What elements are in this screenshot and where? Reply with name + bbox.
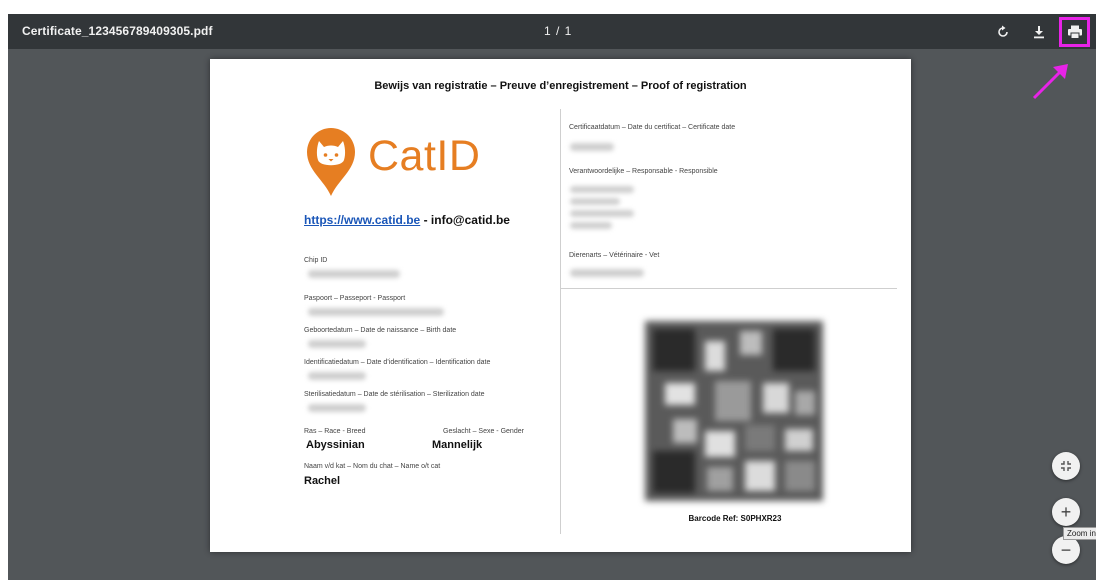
zoom-in-icon: + <box>1060 502 1072 522</box>
fit-to-page-button[interactable] <box>1052 452 1080 480</box>
rotate-button[interactable] <box>990 19 1016 45</box>
rotate-icon <box>998 25 1008 37</box>
sterilization-date-label: Sterilisatiedatum – Date de stérilisatio… <box>304 391 485 398</box>
cat-name-label: Naam v/d kat – Nom du chat – Name o/t ca… <box>304 463 441 470</box>
birth-date-label: Geboortedatum – Date de naissance – Birt… <box>304 327 457 334</box>
responsible-redacted-line-4 <box>570 222 612 229</box>
chip-id-redacted <box>308 270 400 278</box>
zoom-out-button[interactable]: − <box>1052 536 1080 564</box>
document-title: Bewijs van registratie – Preuve d’enregi… <box>374 80 747 92</box>
zoom-in-button[interactable]: + <box>1052 498 1080 526</box>
vet-label: Dierenarts – Vétérinaire - Vet <box>569 252 660 259</box>
passport-label: Paspoort – Passeport - Passport <box>304 295 406 302</box>
website-link[interactable]: https://www.catid.be <box>304 213 420 227</box>
pdf-viewer: Certificate_123456789409305.pdf 1 / 1 Be <box>8 14 1096 580</box>
gender-label: Geslacht – Sexe - Gender <box>443 428 524 435</box>
zoom-out-icon: − <box>1060 540 1072 560</box>
certificate-date-redacted <box>570 143 614 151</box>
qr-code-redacted <box>645 321 823 501</box>
print-button-highlight <box>1059 17 1090 47</box>
brand-name: CatID <box>368 132 481 180</box>
responsible-redacted-line-2 <box>570 198 620 205</box>
contact-separator: - <box>420 213 431 227</box>
breed-label: Ras – Race - Breed <box>304 428 366 435</box>
responsible-redacted-line-3 <box>570 210 634 217</box>
identification-date-label: Identificatiedatum – Date d’identificati… <box>304 359 491 366</box>
cat-name-value: Rachel <box>304 475 341 487</box>
responsible-label: Verantwoordelijke – Responsable - Respon… <box>569 168 718 175</box>
download-icon <box>1034 26 1044 39</box>
passport-redacted <box>308 308 444 316</box>
gender-value: Mannelijk <box>432 439 483 451</box>
download-button[interactable] <box>1026 19 1052 45</box>
pdf-page: Bewijs van registratie – Preuve d’enregi… <box>210 59 911 552</box>
file-name: Certificate_123456789409305.pdf <box>22 24 213 38</box>
certificate-date-label: Certificaatdatum – Date du certificat – … <box>569 124 736 131</box>
zoom-in-tooltip: Zoom in <box>1063 527 1096 540</box>
catid-logo: CatID <box>304 126 494 196</box>
viewer-toolbar: Certificate_123456789409305.pdf 1 / 1 <box>8 14 1096 49</box>
responsible-redacted-line-1 <box>570 186 634 193</box>
email-text: info@catid.be <box>430 213 510 227</box>
cat-pin-icon <box>307 128 355 196</box>
identification-date-redacted <box>308 372 366 380</box>
section-divider <box>561 288 897 289</box>
birth-date-redacted <box>308 340 366 348</box>
fit-to-page-icon <box>1061 461 1071 471</box>
contact-line: https://www.catid.be - info@catid.be <box>304 213 510 227</box>
chip-id-label: Chip ID <box>304 257 328 264</box>
page-indicator: 1 / 1 <box>544 24 573 38</box>
breed-value: Abyssinian <box>306 439 365 451</box>
barcode-ref: Barcode Ref: S0PHXR23 <box>688 514 782 523</box>
sterilization-date-redacted <box>308 404 366 412</box>
vet-redacted <box>570 269 644 277</box>
column-divider <box>560 109 561 534</box>
annotation-arrow-icon <box>1032 64 1068 100</box>
